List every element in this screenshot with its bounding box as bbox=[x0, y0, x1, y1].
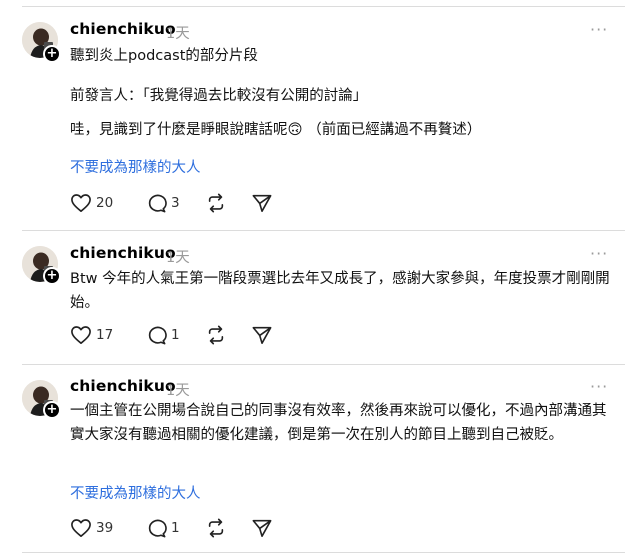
comment-button[interactable]: 1 bbox=[145, 324, 180, 346]
like-count: 17 bbox=[96, 327, 114, 343]
post-divider bbox=[22, 230, 625, 231]
comment-bubble-icon bbox=[148, 194, 167, 213]
share-button[interactable] bbox=[251, 324, 273, 346]
comment-bubble-icon bbox=[148, 326, 167, 345]
username[interactable]: chienchikuo bbox=[70, 244, 176, 262]
send-icon bbox=[252, 194, 272, 212]
post-text-line: 哇，見識到了什麼是睜眼說瞎話呢🙃 （前面已經講過不再贅述） bbox=[70, 122, 482, 138]
follow-plus-icon[interactable]: + bbox=[43, 401, 61, 419]
post-text-line: 前發言人：「我覺得過去比較沒有公開的討論」 bbox=[70, 88, 368, 104]
comment-count: 1 bbox=[171, 327, 180, 343]
heart-icon bbox=[71, 194, 91, 212]
heart-icon bbox=[71, 519, 91, 537]
like-count: 20 bbox=[96, 195, 114, 211]
repost-button[interactable] bbox=[205, 517, 227, 539]
post-divider bbox=[22, 552, 625, 553]
like-button[interactable]: 39 bbox=[70, 517, 113, 539]
post-text: Btw 今年的人氣王第一階段票選比去年又成長了，感謝大家參與，年度投票才剛剛開始… bbox=[70, 271, 610, 311]
like-count: 39 bbox=[96, 520, 114, 536]
post-text: 一個主管在公開場合說自己的同事沒有效率，然後再來說可以優化，不過內部溝通其實大家… bbox=[70, 403, 607, 443]
repost-button[interactable] bbox=[205, 192, 227, 214]
comment-count: 3 bbox=[171, 195, 180, 211]
share-button[interactable] bbox=[251, 192, 273, 214]
post-link[interactable]: 不要成為那樣的大人 bbox=[70, 156, 201, 177]
more-options-icon[interactable]: ··· bbox=[590, 20, 608, 39]
timestamp[interactable]: 1天 bbox=[166, 246, 190, 267]
timestamp[interactable]: 1天 bbox=[166, 22, 190, 43]
repost-icon bbox=[208, 193, 224, 213]
repost-icon bbox=[208, 325, 224, 345]
like-button[interactable]: 17 bbox=[70, 324, 113, 346]
top-divider bbox=[22, 6, 625, 7]
post-divider bbox=[22, 364, 625, 365]
comment-button[interactable]: 1 bbox=[145, 517, 180, 539]
send-icon bbox=[252, 326, 272, 344]
post-text-line: 聽到炎上podcast的部分片段 bbox=[70, 48, 258, 64]
repost-icon bbox=[208, 518, 224, 538]
post-link[interactable]: 不要成為那樣的大人 bbox=[70, 482, 201, 503]
comment-button[interactable]: 3 bbox=[145, 192, 180, 214]
username[interactable]: chienchikuo bbox=[70, 20, 176, 38]
like-button[interactable]: 20 bbox=[70, 192, 113, 214]
repost-button[interactable] bbox=[205, 324, 227, 346]
more-options-icon[interactable]: ··· bbox=[590, 377, 608, 396]
share-button[interactable] bbox=[251, 517, 273, 539]
send-icon bbox=[252, 519, 272, 537]
timestamp[interactable]: 1天 bbox=[166, 379, 190, 400]
more-options-icon[interactable]: ··· bbox=[590, 244, 608, 263]
follow-plus-icon[interactable]: + bbox=[43, 267, 61, 285]
comment-count: 1 bbox=[171, 520, 180, 536]
username[interactable]: chienchikuo bbox=[70, 377, 176, 395]
follow-plus-icon[interactable]: + bbox=[43, 45, 61, 63]
heart-icon bbox=[71, 326, 91, 344]
comment-bubble-icon bbox=[148, 519, 167, 538]
